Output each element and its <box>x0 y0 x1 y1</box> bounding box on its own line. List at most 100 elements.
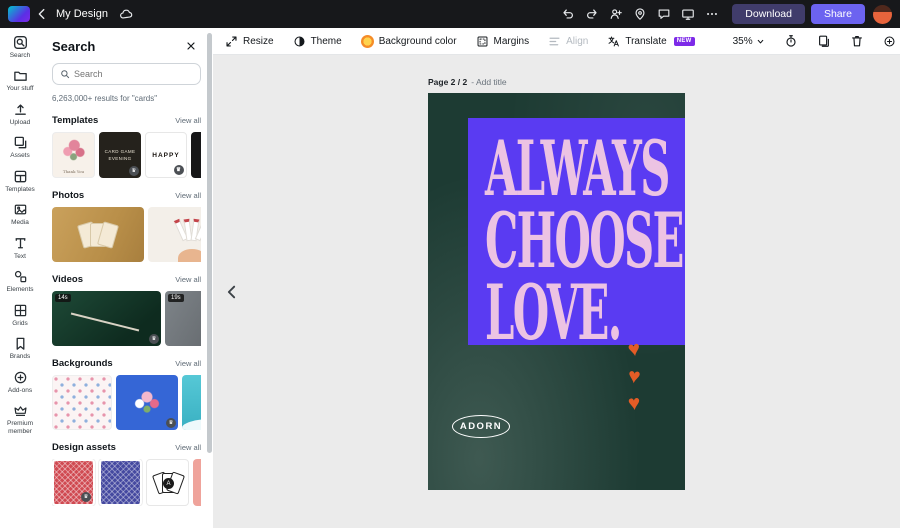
share-button[interactable]: Share <box>810 4 865 24</box>
sidebar-item-upload[interactable]: Upload <box>0 97 40 130</box>
photo-thumb-golden-cards[interactable] <box>52 207 144 262</box>
delete-page-button[interactable] <box>850 32 864 50</box>
heart-icon: ♥ <box>626 337 642 362</box>
avatar[interactable] <box>873 4 892 24</box>
video-duration-badge: 14s <box>55 294 71 302</box>
workspace: Resize Theme Background color Margins Al… <box>213 28 900 528</box>
template-thumb-happy[interactable]: HAPPY <box>145 132 187 178</box>
canvas-area[interactable]: Page 2 / 2 - Add title ALWAYS CHOOSE LOV… <box>213 55 900 528</box>
canva-logo[interactable] <box>8 6 30 22</box>
plus-circle-icon <box>883 35 896 48</box>
timer-icon <box>784 34 798 48</box>
videos-row: 14s 19s <box>52 291 201 346</box>
search-input[interactable] <box>74 69 193 79</box>
undo-button[interactable] <box>558 4 578 24</box>
share-with-people-icon[interactable] <box>606 4 626 24</box>
back-button[interactable] <box>32 4 52 24</box>
download-button[interactable]: Download <box>732 4 805 24</box>
theme-button[interactable]: Theme <box>293 35 342 48</box>
comment-icon[interactable] <box>654 4 674 24</box>
sidebar-item-premium-member[interactable]: Premium member <box>0 398 40 439</box>
zoom-control[interactable]: 35% <box>733 36 765 47</box>
view-all-backgrounds[interactable]: View all <box>175 359 201 368</box>
location-pin-icon[interactable] <box>630 4 650 24</box>
present-icon[interactable] <box>678 4 698 24</box>
more-options-icon[interactable] <box>702 4 722 24</box>
pro-badge-icon <box>149 334 159 344</box>
sidebar-item-text[interactable]: Text <box>0 231 40 264</box>
search-icon <box>60 69 70 79</box>
margins-button[interactable]: Margins <box>476 35 529 48</box>
asset-thumb-purple-card-back[interactable] <box>98 459 143 506</box>
template-thumb-floral[interactable]: Thank You <box>52 132 95 178</box>
resize-button[interactable]: Resize <box>225 35 274 48</box>
sidebar-item-brands[interactable]: Brands <box>0 331 40 364</box>
design-title[interactable]: My Design <box>56 8 108 20</box>
sidebar-item-add-ons[interactable]: Add-ons <box>0 365 40 398</box>
section-title-templates: Templates <box>52 115 99 126</box>
canvas-toolbar: Resize Theme Background color Margins Al… <box>213 28 900 55</box>
search-icon <box>13 35 28 50</box>
pro-badge-icon <box>81 492 91 502</box>
results-count: 6,263,000+ results for "cards" <box>52 94 158 103</box>
sidebar-item-grids[interactable]: Grids <box>0 298 40 331</box>
section-title-photos: Photos <box>52 190 85 201</box>
section-title-design-assets: Design assets <box>52 442 116 453</box>
background-color-button[interactable]: Background color <box>360 34 457 48</box>
view-all-photos[interactable]: View all <box>175 191 201 200</box>
panel-title: Search <box>52 38 96 54</box>
translate-button[interactable]: Translate NEW <box>607 35 695 48</box>
template-thumb-card-game-evening[interactable]: Card Game Evening <box>99 132 141 178</box>
sidebar-item-your-stuff[interactable]: Your stuff <box>0 63 40 96</box>
brand-badge[interactable]: ADORN <box>452 415 510 438</box>
asset-thumb-hand-with-card[interactable] <box>193 459 201 506</box>
video-thumb-cards[interactable]: 19s <box>165 291 201 346</box>
align-icon <box>548 35 561 48</box>
panel-scrollbar[interactable] <box>207 30 212 524</box>
close-panel-button[interactable] <box>185 38 201 54</box>
sidebar-item-templates[interactable]: Templates <box>0 164 40 197</box>
prev-page-button[interactable] <box>223 283 240 300</box>
pages-button[interactable] <box>817 32 831 50</box>
pages-icon <box>817 34 831 48</box>
view-all-templates[interactable]: View all <box>175 116 201 125</box>
background-thumb-umbrella-pattern[interactable] <box>52 375 112 430</box>
poster-text-element[interactable]: ALWAYS CHOOSE LOVE. <box>485 131 684 351</box>
photo-thumb-hand-holding-cards[interactable] <box>148 207 201 262</box>
redo-button[interactable] <box>582 4 602 24</box>
grid-icon <box>13 303 28 318</box>
timer-button[interactable] <box>784 32 798 50</box>
text-icon <box>13 236 28 251</box>
theme-icon <box>293 35 306 48</box>
sidebar-item-search[interactable]: Search <box>0 30 40 63</box>
add-page-button[interactable]: Add <box>883 35 900 48</box>
section-title-videos: Videos <box>52 274 83 285</box>
topbar: My Design Download Share <box>0 0 900 28</box>
templates-icon <box>13 169 28 184</box>
view-all-design-assets[interactable]: View all <box>175 443 201 452</box>
search-box <box>52 63 201 85</box>
design-assets-row: A <box>52 459 201 506</box>
cloud-sync-icon <box>116 4 136 24</box>
hearts-group[interactable]: ♥ ♥ ♥ <box>626 337 642 416</box>
folder-icon <box>13 68 28 83</box>
view-all-videos[interactable]: View all <box>175 275 201 284</box>
asset-thumb-fanned-cards[interactable]: A <box>146 459 189 506</box>
sidebar-item-media[interactable]: Media <box>0 197 40 230</box>
template-thumb-dark[interactable] <box>191 132 201 178</box>
resize-icon <box>225 35 238 48</box>
background-thumb-flower-bouquet[interactable] <box>116 375 178 430</box>
image-icon <box>13 202 28 217</box>
sidebar-item-elements[interactable]: Elements <box>0 264 40 297</box>
align-button[interactable]: Align <box>548 35 588 48</box>
video-thumb-pool-table[interactable]: 14s <box>52 291 161 346</box>
pro-badge-icon <box>166 418 176 428</box>
new-badge: NEW <box>673 36 695 46</box>
background-thumb-teal[interactable] <box>182 375 201 430</box>
asset-thumb-red-card-back[interactable] <box>52 459 96 506</box>
design-page[interactable]: ALWAYS CHOOSE LOVE. ♥ ♥ ♥ ADORN <box>428 93 685 490</box>
chevron-down-icon <box>756 37 765 46</box>
sidebar-item-assets[interactable]: Assets <box>0 130 40 163</box>
heart-icon: ♥ <box>627 391 642 416</box>
add-title-button[interactable]: - Add title <box>471 77 506 87</box>
